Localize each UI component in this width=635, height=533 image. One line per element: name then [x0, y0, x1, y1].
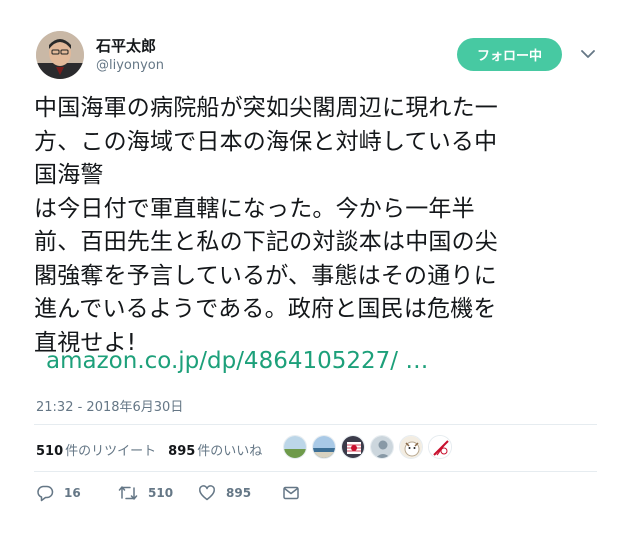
tweet-text-line: 方、この海域で日本の海保と対峙している中 — [34, 128, 498, 155]
liker-avatar[interactable] — [283, 435, 307, 459]
divider — [34, 424, 597, 425]
user-handle[interactable]: @liyonyon — [96, 58, 164, 73]
liker-avatar[interactable] — [399, 435, 423, 459]
reply-count: 16 — [64, 486, 81, 500]
tweet-link[interactable]: amazon.co.jp/dp/4864105227/ … — [46, 348, 428, 374]
chevron-down-icon[interactable] — [578, 44, 598, 64]
divider — [34, 471, 597, 472]
following-button[interactable]: フォロー中 — [457, 38, 562, 71]
retweet-button[interactable]: 510 — [118, 484, 198, 502]
liker-avatar[interactable] — [428, 435, 452, 459]
retweet-icon — [118, 486, 138, 500]
tweet-actions: 16 510 895 — [36, 484, 300, 502]
tweet-text-line: 国海警 — [34, 162, 104, 188]
tweet-timestamp[interactable]: 21:32 - 2018年6月30日 — [36, 396, 183, 415]
like-stat[interactable]: 895 件のいいね — [168, 440, 262, 459]
like-count: 895 — [226, 486, 252, 500]
heart-icon — [199, 485, 215, 501]
reply-icon — [37, 485, 54, 502]
direct-message-button[interactable] — [282, 484, 300, 502]
avatar-image — [36, 31, 84, 79]
tweet-text-line: 閣強奪を予言しているが、事態はその通りに — [34, 262, 497, 289]
retweet-count: 510 — [148, 486, 174, 500]
tweet-text-line: 中国海軍の病院船が突如尖閣周辺に現れた一 — [34, 95, 498, 121]
avatar[interactable] — [36, 31, 84, 79]
tweet-text-line: 前、百田先生と私の下記の対談本は中国の尖 — [34, 229, 498, 255]
liker-avatar[interactable] — [312, 435, 336, 459]
tweet-text-line: 進んでいるようである。政府と国民は危機を — [34, 296, 497, 322]
tweet-text: 中国海軍の病院船が突如尖閣周辺に現れた一 方、この海域で日本の海保と対峙している… — [34, 92, 604, 360]
display-name[interactable]: 石平太郎 — [96, 35, 156, 56]
message-icon — [283, 486, 299, 500]
like-stat-count: 895 — [168, 444, 196, 459]
liker-avatar[interactable] — [370, 435, 394, 459]
liker-avatar[interactable] — [341, 435, 365, 459]
reply-button[interactable]: 16 — [36, 484, 118, 502]
retweet-stat-count: 510 — [36, 444, 64, 459]
tweet-text-line: は今日付で軍直轄になった。今から一年半 — [34, 195, 475, 222]
liker-avatars — [283, 435, 457, 459]
like-button[interactable]: 895 — [198, 484, 282, 502]
retweet-stat-label: 件のリツイート — [65, 444, 157, 459]
engagement-stats: 510 件のリツイート 895 件のいいね — [36, 440, 262, 459]
like-stat-label: 件のいいね — [197, 444, 263, 459]
retweet-stat[interactable]: 510 件のリツイート — [36, 440, 156, 459]
